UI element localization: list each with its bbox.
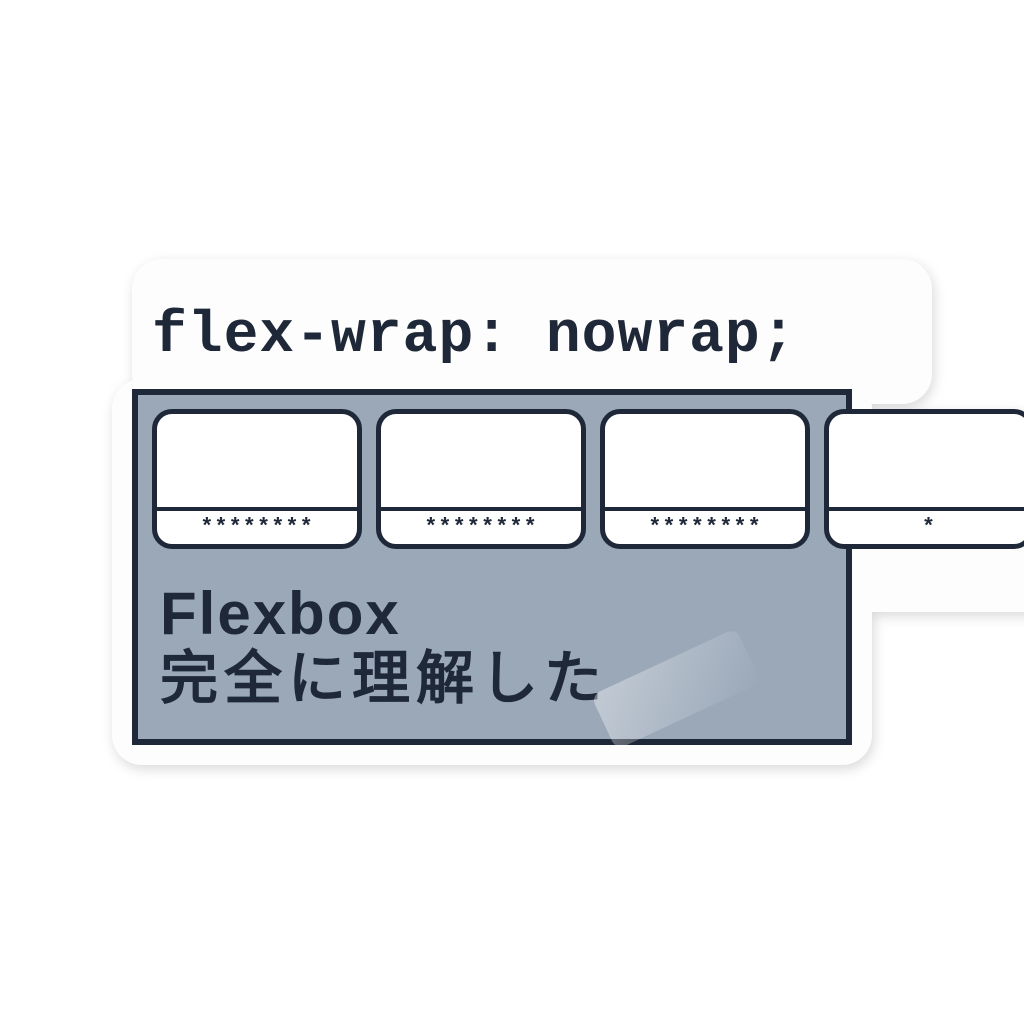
flex-item: ******** <box>152 409 362 549</box>
flex-item: ******** <box>600 409 810 549</box>
flex-item-overflow: * <box>824 409 1024 549</box>
sticker: flex-wrap: nowrap; ******** ******** ***… <box>102 279 922 745</box>
flex-item-label: ******** <box>381 511 581 544</box>
flex-item-label: ******** <box>605 511 805 544</box>
caption-line-1: Flexbox <box>160 581 846 647</box>
flex-row: ******** ******** ******** * <box>138 395 1024 563</box>
caption: Flexbox 完全に理解した <box>138 563 846 739</box>
css-code-line: flex-wrap: nowrap; <box>102 279 922 389</box>
flex-container: ******** ******** ******** * Flexbox 完全に… <box>132 389 852 745</box>
caption-line-2: 完全に理解した <box>160 647 846 711</box>
flex-item-label: * <box>829 511 1024 544</box>
flex-item: ******** <box>376 409 586 549</box>
sticker-content: flex-wrap: nowrap; ******** ******** ***… <box>102 279 922 745</box>
flex-item-label: ******** <box>157 511 357 544</box>
